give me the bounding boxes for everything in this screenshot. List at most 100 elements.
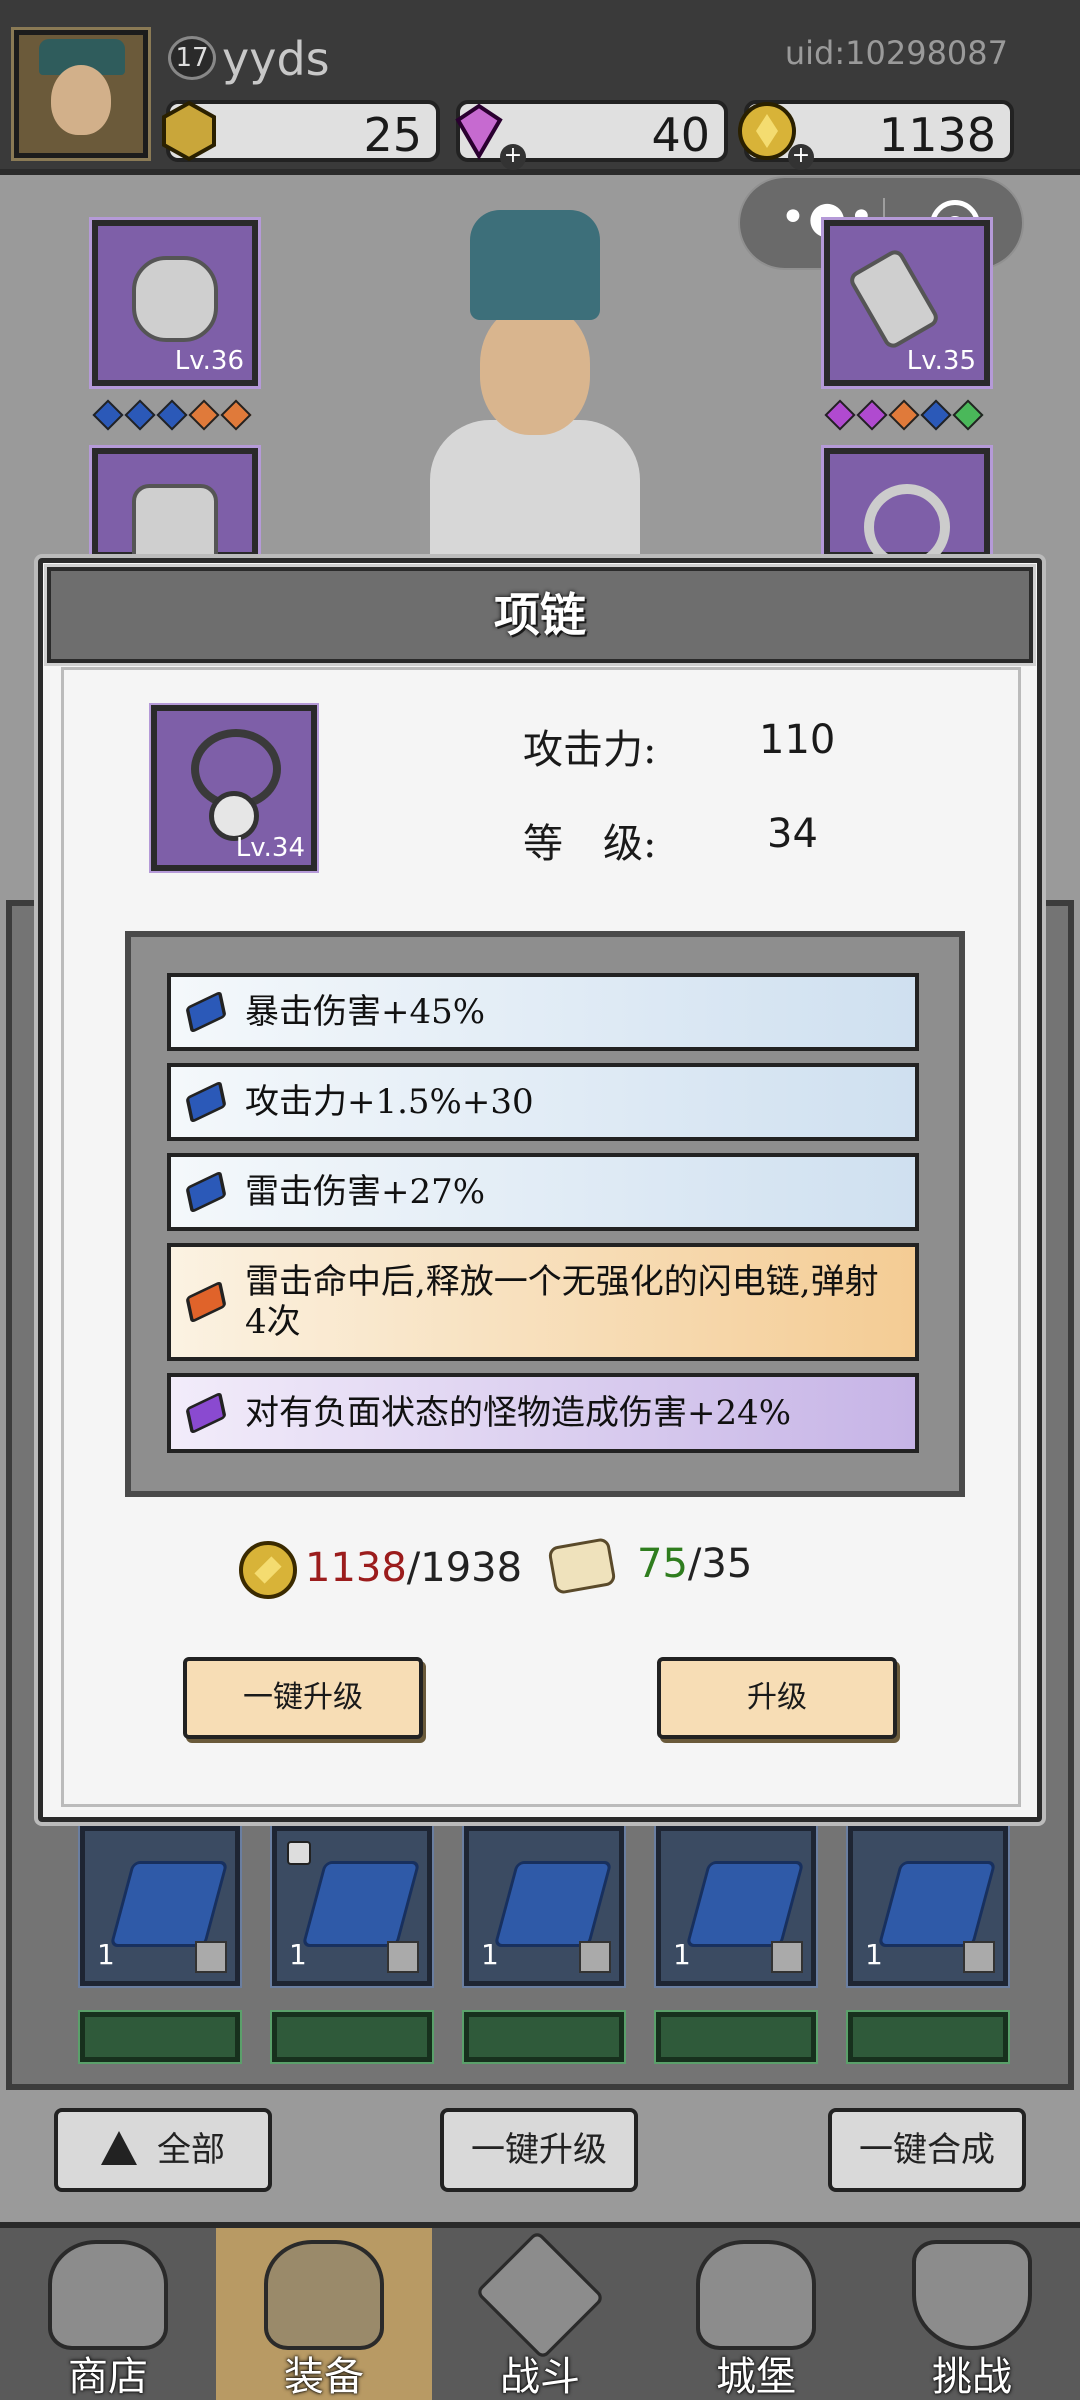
add-diamond-icon[interactable]: + bbox=[500, 144, 526, 170]
inventory-gem-slot[interactable] bbox=[78, 2010, 242, 2064]
filter-all-label: 全部 bbox=[157, 2130, 225, 2170]
boot-type-icon bbox=[195, 1941, 227, 1973]
scroll-icon bbox=[547, 1536, 617, 1596]
weapon-slot[interactable]: Lv.35 bbox=[821, 217, 993, 389]
item-level: Lv.34 bbox=[235, 833, 305, 863]
gold-counter[interactable]: + 1138 bbox=[738, 100, 1014, 170]
necklace-type-icon bbox=[963, 1941, 995, 1973]
gem-orange-icon bbox=[888, 399, 920, 431]
tab-battle-label: 战斗 bbox=[500, 2354, 580, 2400]
blue-crystal-icon bbox=[109, 1861, 229, 1947]
armor-slot[interactable] bbox=[89, 445, 261, 570]
inventory-gem-slot[interactable]: 1 bbox=[846, 1824, 1010, 1988]
top-bar: 17 yyds uid:10298087 25 + 40 + 1138 bbox=[0, 0, 1080, 175]
add-gold-icon[interactable]: + bbox=[788, 144, 814, 170]
tab-shop[interactable]: 商店 bbox=[0, 2228, 216, 2400]
affix-text: 雷击伤害+27% bbox=[245, 1172, 486, 1212]
diamond-counter[interactable]: + 40 bbox=[455, 100, 728, 170]
hexagon-gold-icon bbox=[158, 100, 220, 162]
purple-gem-icon bbox=[185, 1391, 227, 1435]
gem-count: 1 bbox=[865, 1938, 883, 1971]
blue-gem-icon bbox=[185, 990, 227, 1034]
boot-type-icon bbox=[387, 1941, 419, 1973]
gem-orange-icon bbox=[188, 399, 220, 431]
inventory-gem-slot[interactable]: 1 bbox=[78, 1824, 242, 1988]
gem-blue-icon bbox=[92, 399, 124, 431]
inventory-gem-slot[interactable] bbox=[654, 2010, 818, 2064]
backpack-icon bbox=[264, 2240, 384, 2350]
affix-text: 攻击力+1.5%+30 bbox=[245, 1082, 534, 1122]
gem-count: 1 bbox=[673, 1938, 691, 1971]
affix-row: 雷击命中后,释放一个无强化的闪电链,弹射4次 bbox=[167, 1243, 919, 1361]
upgrade-button[interactable]: 升级 bbox=[657, 1657, 897, 1739]
weapon-type-icon bbox=[771, 1941, 803, 1973]
inventory-gem-slot[interactable]: 1 bbox=[270, 1824, 434, 1988]
blue-gem-icon bbox=[185, 1080, 227, 1124]
level-label: 等 级: bbox=[523, 821, 657, 867]
triangle-filter-icon bbox=[101, 2130, 137, 2165]
affix-row: 对有负面状态的怪物造成伤害+24% bbox=[167, 1373, 919, 1453]
bottom-tab-bar: 商店 装备 战斗 城堡 挑战 bbox=[0, 2222, 1080, 2400]
filter-all-button[interactable]: 全部 bbox=[54, 2108, 272, 2192]
avatar-face bbox=[51, 65, 111, 135]
helmet-icon bbox=[132, 256, 218, 342]
affix-text: 暴击伤害+45% bbox=[245, 992, 486, 1032]
affix-row: 攻击力+1.5%+30 bbox=[167, 1063, 919, 1141]
weapon-gems bbox=[824, 399, 984, 434]
hero-hat bbox=[470, 210, 600, 320]
blue-crystal-icon bbox=[301, 1861, 421, 1947]
inventory-gem-slot[interactable]: 1 bbox=[462, 1824, 626, 1988]
scroll-need: /35 bbox=[687, 1541, 753, 1587]
player-avatar[interactable] bbox=[11, 27, 151, 161]
gem-count: 1 bbox=[97, 1938, 115, 1971]
stamina-counter: 25 bbox=[162, 100, 440, 162]
inventory-gem-slot[interactable] bbox=[462, 2010, 626, 2064]
inventory-gem-slot[interactable] bbox=[270, 2010, 434, 2064]
diamond-value: 40 bbox=[651, 108, 710, 162]
orange-gem-icon bbox=[185, 1280, 227, 1324]
gold-need: /1938 bbox=[406, 1545, 523, 1591]
castle-tower-icon bbox=[696, 2240, 816, 2350]
tab-battle[interactable]: 战斗 bbox=[432, 2228, 648, 2400]
level-value: 34 bbox=[767, 811, 818, 857]
challenge-shield-icon bbox=[912, 2240, 1032, 2350]
tab-castle[interactable]: 城堡 bbox=[648, 2228, 864, 2400]
gem-purple-icon bbox=[856, 399, 888, 431]
gold-value: 1138 bbox=[878, 108, 996, 162]
gold-coin-icon bbox=[239, 1541, 297, 1599]
tab-equipment[interactable]: 装备 bbox=[216, 2228, 432, 2400]
modal-title: 项链 bbox=[44, 564, 1036, 666]
inventory-gem-slot[interactable]: 1 bbox=[654, 1824, 818, 1988]
affix-text: 雷击命中后,释放一个无强化的闪电链,弹射4次 bbox=[245, 1262, 879, 1342]
scroll-have: 75 bbox=[637, 1541, 688, 1587]
shop-hut-icon bbox=[48, 2240, 168, 2350]
weapon-level: Lv.35 bbox=[906, 346, 976, 376]
affix-text: 对有负面状态的怪物造成伤害+24% bbox=[245, 1393, 792, 1433]
blue-crystal-icon bbox=[685, 1861, 805, 1947]
helmet-slot[interactable]: Lv.36 bbox=[89, 217, 261, 389]
helmet-gems bbox=[92, 399, 252, 434]
gem-purple-icon bbox=[824, 399, 856, 431]
tab-challenge-label: 挑战 bbox=[932, 2354, 1012, 2400]
gem-orange-icon bbox=[220, 399, 252, 431]
bag-one-click-upgrade-button[interactable]: 一键升级 bbox=[440, 2108, 638, 2192]
tab-challenge[interactable]: 挑战 bbox=[864, 2228, 1080, 2400]
tab-shop-label: 商店 bbox=[68, 2354, 148, 2400]
weapon-icon bbox=[846, 246, 942, 352]
stamina-value: 25 bbox=[363, 108, 422, 162]
hero-portrait bbox=[380, 210, 680, 580]
tab-castle-label: 城堡 bbox=[716, 2354, 796, 2400]
player-username: yyds bbox=[222, 32, 330, 86]
gem-blue-icon bbox=[920, 399, 952, 431]
gem-count: 1 bbox=[481, 1938, 499, 1971]
ring-slot[interactable] bbox=[821, 445, 993, 570]
inventory-gem-slot[interactable] bbox=[846, 2010, 1010, 2064]
scroll-cost: 75/35 bbox=[547, 1536, 753, 1611]
lock-icon bbox=[287, 1841, 311, 1865]
item-detail-modal: 项链 Lv.34 攻击力: 110 等 级: 34 暴击伤害+45% 攻击力+1… bbox=[38, 558, 1042, 1822]
one-click-merge-button[interactable]: 一键合成 bbox=[828, 2108, 1026, 2192]
blue-crystal-icon bbox=[877, 1861, 997, 1947]
gold-have: 1138 bbox=[305, 1545, 407, 1591]
one-click-upgrade-button[interactable]: 一键升级 bbox=[183, 1657, 423, 1739]
affix-row: 暴击伤害+45% bbox=[167, 973, 919, 1051]
